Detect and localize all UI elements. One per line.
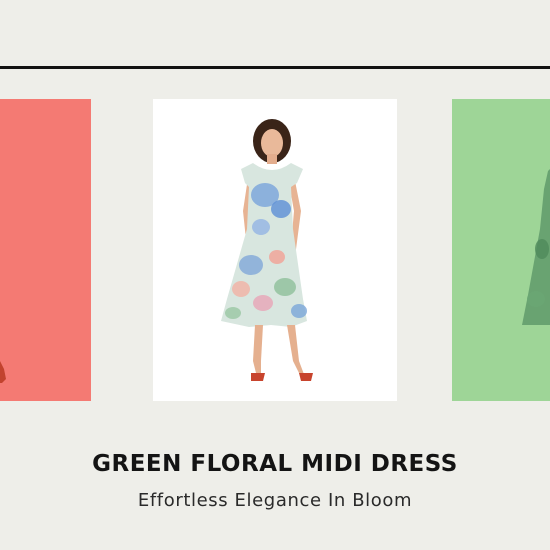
product-title: GREEN FLORAL MIDI DRESS — [92, 451, 458, 477]
carousel-slide-current[interactable] — [153, 99, 397, 401]
previous-slide-image — [0, 361, 6, 383]
carousel-slide-next[interactable] — [452, 99, 550, 401]
product-tagline: Effortless Elegance In Bloom — [137, 490, 413, 511]
product-image-carousel[interactable] — [0, 0, 550, 420]
next-slide-image — [522, 169, 550, 325]
model-in-floral-dress-image — [221, 119, 313, 381]
carousel-slide-previous[interactable] — [0, 99, 91, 401]
